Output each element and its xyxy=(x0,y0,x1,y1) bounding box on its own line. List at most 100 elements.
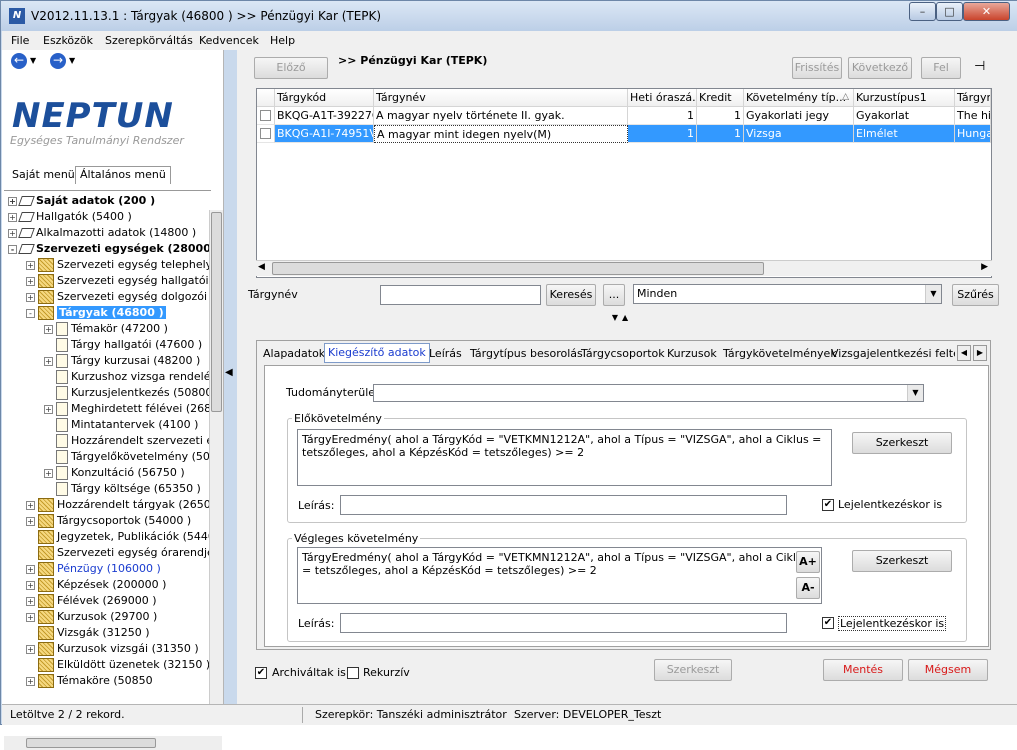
filter-button[interactable]: Szűrés xyxy=(952,284,999,306)
close-button[interactable]: ✕ xyxy=(963,2,1010,21)
expand-icon[interactable]: + xyxy=(26,644,35,654)
back-icon[interactable]: ← xyxy=(11,53,27,69)
expand-icon[interactable]: + xyxy=(26,276,35,286)
tree-item[interactable]: Tárgyelőkövetelmény (50 xyxy=(44,449,210,465)
tree-item[interactable]: Vizsgák (31250 ) xyxy=(26,625,150,641)
tree-item[interactable]: + Tárgycsoportok (54000 ) xyxy=(26,513,191,529)
tab-subject-type[interactable]: Tárgytípus besorolás xyxy=(467,345,586,363)
tree-item[interactable]: Szervezeti egység órarendje ( xyxy=(26,545,211,561)
expand-icon[interactable]: + xyxy=(26,564,35,574)
tree-item[interactable]: + Félévek (269000 ) xyxy=(26,593,157,609)
grid-header-requirement[interactable]: Követelmény típ... △ xyxy=(744,89,854,107)
tree-item[interactable]: + Saját adatok (200 ) xyxy=(8,193,155,209)
expand-icon[interactable]: + xyxy=(44,404,53,414)
expand-icon[interactable]: + xyxy=(26,500,35,510)
tab-scroll-right-icon[interactable]: ▶ xyxy=(973,345,987,361)
menu-file[interactable]: File xyxy=(11,34,29,47)
splitter-handle[interactable]: ▼▲ xyxy=(597,313,647,323)
prerequisite-desc-input[interactable] xyxy=(340,495,787,515)
tree-item[interactable]: + Szervezeti egység hallgatói (2 xyxy=(26,273,211,289)
tree-item[interactable]: + Hallgatók (5400 ) xyxy=(8,209,132,225)
up-button[interactable]: Fel xyxy=(921,57,961,79)
expand-icon[interactable]: + xyxy=(44,356,53,366)
tree-item[interactable]: + Hozzárendelt tárgyak (2650 ) xyxy=(26,497,211,513)
prerequisite-checkbox[interactable]: ✔ xyxy=(822,499,834,511)
expand-icon[interactable]: + xyxy=(26,516,35,526)
tab-description[interactable]: Leírás xyxy=(426,345,465,363)
grid-horizontal-scrollbar[interactable]: ◀ ▶ xyxy=(256,260,992,276)
row-checkbox-cell[interactable] xyxy=(257,107,275,125)
tree-item[interactable]: Hozzárendelt szervezeti e xyxy=(44,433,211,449)
tree-item[interactable]: + Meghirdetett félévei (2684 xyxy=(44,401,211,417)
filter-select[interactable]: Minden ▼ xyxy=(633,284,942,304)
tab-scroll-left-icon[interactable]: ◀ xyxy=(957,345,971,361)
menu-role-switch[interactable]: Szerepkörváltás xyxy=(105,34,193,47)
tab-subject-requirements[interactable]: Tárgykövetelmények xyxy=(720,345,840,363)
pin-icon[interactable]: ⊣ xyxy=(974,59,985,74)
tree-item[interactable]: Jegyzetek, Publikációk (5440 xyxy=(26,529,211,545)
save-button[interactable]: Mentés xyxy=(823,659,903,681)
tree-vertical-scrollbar[interactable] xyxy=(209,210,223,705)
title-bar[interactable]: N V2012.11.13.1 : Tárgyak (46800 ) >> Pé… xyxy=(1,1,1017,31)
back-dropdown-icon[interactable]: ▼ xyxy=(30,56,36,65)
expand-icon[interactable]: + xyxy=(26,292,35,302)
tab-exam-conditions[interactable]: Vizsgajelentkezési feltétel xyxy=(828,345,955,363)
row-checkbox[interactable] xyxy=(260,110,271,121)
search-input[interactable] xyxy=(380,285,541,305)
tab-own-menu[interactable]: Saját menü xyxy=(7,166,80,184)
menu-favorites[interactable]: Kedvencek xyxy=(199,34,259,47)
tree-item[interactable]: + Kurzusok (29700 ) xyxy=(26,609,157,625)
tab-general-menu[interactable]: Általános menü xyxy=(75,166,171,184)
tab-basic-data[interactable]: Alapadatok xyxy=(260,345,328,363)
archived-checkbox[interactable]: ✔ xyxy=(255,667,267,679)
menu-help[interactable]: Help xyxy=(270,34,295,47)
final-requirement-desc-input[interactable] xyxy=(340,613,787,633)
tree-item[interactable]: + Témakör (47200 ) xyxy=(44,321,168,337)
tree-item[interactable]: Kurzusjelentkezés (50800 xyxy=(44,385,211,401)
tree-horizontal-scrollbar[interactable] xyxy=(4,736,222,750)
discipline-select[interactable]: ▼ xyxy=(373,384,924,402)
next-button[interactable]: Következő xyxy=(848,57,912,79)
tree-item[interactable]: - Szervezeti egységek (28000 xyxy=(8,241,211,257)
tree-item[interactable]: Kurzushoz vizsga rendelé xyxy=(44,369,211,385)
grid-header-credit[interactable]: Kredit xyxy=(697,89,744,107)
more-options-button[interactable]: ... xyxy=(603,284,625,306)
grid-header-subject-name-en[interactable]: Tárgyn xyxy=(955,89,991,107)
tree-item[interactable]: + Témaköre (50850 xyxy=(26,673,153,689)
final-requirement-edit-button[interactable]: Szerkeszt xyxy=(852,550,952,572)
collapse-icon[interactable]: - xyxy=(8,244,17,254)
font-decrease-button[interactable]: A- xyxy=(796,577,820,599)
expand-icon[interactable]: + xyxy=(44,324,53,334)
refresh-button[interactable]: Frissítés xyxy=(792,57,842,79)
tree-item[interactable]: Mintatantervek (4100 ) xyxy=(44,417,198,433)
tree-item[interactable]: + Alkalmazotti adatok (14800 ) xyxy=(8,225,196,241)
row-checkbox[interactable] xyxy=(260,128,271,139)
forward-dropdown-icon[interactable]: ▼ xyxy=(69,56,75,65)
expand-icon[interactable]: + xyxy=(26,612,35,622)
scroll-right-icon[interactable]: ▶ xyxy=(981,262,988,272)
expand-icon[interactable]: + xyxy=(8,212,17,222)
cancel-button[interactable]: Mégsem xyxy=(908,659,988,681)
prerequisite-textarea[interactable]: TárgyEredmény( ahol a TárgyKód = "VETKMN… xyxy=(297,429,832,486)
font-increase-button[interactable]: A+ xyxy=(796,551,820,573)
forward-icon[interactable]: → xyxy=(50,53,66,69)
grid-header-course-type[interactable]: Kurzustípus1 xyxy=(854,89,955,107)
grid-header-name[interactable]: Tárgynév xyxy=(374,89,628,107)
tab-courses[interactable]: Kurzusok xyxy=(664,345,720,363)
final-requirement-checkbox[interactable]: ✔ xyxy=(822,617,834,629)
tree-item[interactable]: Elküldött üzenetek (32150 ) xyxy=(26,657,210,673)
chevron-down-icon[interactable]: ▼ xyxy=(925,285,941,303)
expand-icon[interactable]: + xyxy=(8,228,17,238)
chevron-down-icon[interactable]: ▼ xyxy=(907,385,923,401)
expand-icon[interactable]: + xyxy=(26,260,35,270)
collapse-pane-icon[interactable]: ◀ xyxy=(225,367,235,383)
search-button[interactable]: Keresés xyxy=(546,284,596,306)
tree-item[interactable]: + Tárgy kurzusai (48200 ) xyxy=(44,353,200,369)
prerequisite-edit-button[interactable]: Szerkeszt xyxy=(852,432,952,454)
prev-button[interactable]: Előző xyxy=(254,57,328,79)
scroll-left-icon[interactable]: ◀ xyxy=(258,262,265,272)
expand-icon[interactable]: + xyxy=(8,196,17,206)
tree-item[interactable]: + Szervezeti egység dolgozói (2 xyxy=(26,289,211,305)
expand-icon[interactable]: + xyxy=(26,580,35,590)
tab-subject-groups[interactable]: Tárgycsoportok xyxy=(578,345,668,363)
